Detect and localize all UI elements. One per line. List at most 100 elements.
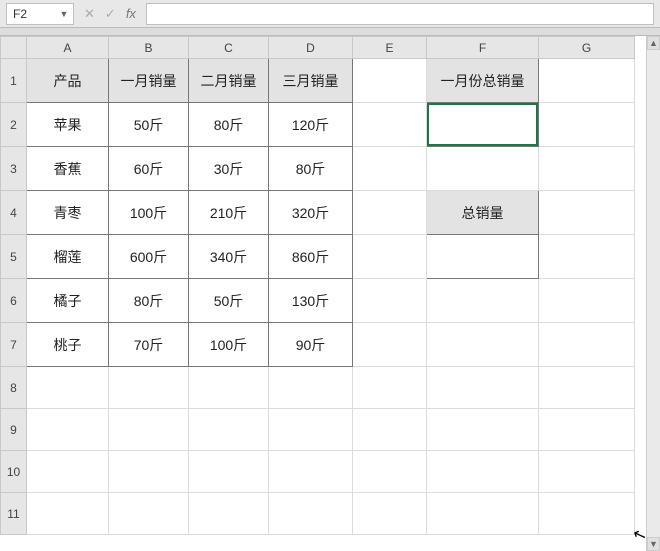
cell-A10[interactable] (27, 451, 109, 493)
cell-G5[interactable] (539, 235, 635, 279)
cell-C4[interactable]: 210斤 (189, 191, 269, 235)
cell-D6[interactable]: 130斤 (269, 279, 353, 323)
cell-F8[interactable] (427, 367, 539, 409)
cell-B11[interactable] (109, 493, 189, 535)
formula-input[interactable] (146, 3, 654, 25)
cell-F11[interactable] (427, 493, 539, 535)
cell-A7[interactable]: 桃子 (27, 323, 109, 367)
vertical-scrollbar[interactable]: ▲ ▼ (646, 36, 660, 551)
cell-A2[interactable]: 苹果 (27, 103, 109, 147)
cell-C1[interactable]: 二月销量 (189, 59, 269, 103)
cell-B8[interactable] (109, 367, 189, 409)
cell-A11[interactable] (27, 493, 109, 535)
cell-C9[interactable] (189, 409, 269, 451)
cell-C11[interactable] (189, 493, 269, 535)
cell-D2[interactable]: 120斤 (269, 103, 353, 147)
cell-D5[interactable]: 860斤 (269, 235, 353, 279)
col-head-A[interactable]: A (27, 37, 109, 59)
cell-C10[interactable] (189, 451, 269, 493)
cell-G6[interactable] (539, 279, 635, 323)
fx-icon[interactable]: fx (126, 6, 136, 21)
row-head-2[interactable]: 2 (1, 103, 27, 147)
cell-E1[interactable] (353, 59, 427, 103)
cell-B9[interactable] (109, 409, 189, 451)
cell-G8[interactable] (539, 367, 635, 409)
cell-E6[interactable] (353, 279, 427, 323)
cell-A5[interactable]: 榴莲 (27, 235, 109, 279)
cell-E11[interactable] (353, 493, 427, 535)
cell-D11[interactable] (269, 493, 353, 535)
cell-B3[interactable]: 60斤 (109, 147, 189, 191)
row-head-1[interactable]: 1 (1, 59, 27, 103)
cell-F10[interactable] (427, 451, 539, 493)
cell-A8[interactable] (27, 367, 109, 409)
row-head-7[interactable]: 7 (1, 323, 27, 367)
cell-C7[interactable]: 100斤 (189, 323, 269, 367)
cell-B4[interactable]: 100斤 (109, 191, 189, 235)
cell-F6[interactable] (427, 279, 539, 323)
select-all-corner[interactable] (1, 37, 27, 59)
cell-F5[interactable] (427, 235, 539, 279)
cell-D4[interactable]: 320斤 (269, 191, 353, 235)
cell-F4[interactable]: 总销量 (427, 191, 539, 235)
cancel-icon[interactable]: ✕ (84, 6, 95, 22)
row-head-11[interactable]: 11 (1, 493, 27, 535)
cell-C2[interactable]: 80斤 (189, 103, 269, 147)
cell-E9[interactable] (353, 409, 427, 451)
row-head-10[interactable]: 10 (1, 451, 27, 493)
scroll-down-icon[interactable]: ▼ (647, 537, 660, 551)
scroll-up-icon[interactable]: ▲ (647, 36, 660, 50)
cell-F9[interactable] (427, 409, 539, 451)
cell-D3[interactable]: 80斤 (269, 147, 353, 191)
col-head-C[interactable]: C (189, 37, 269, 59)
cell-E8[interactable] (353, 367, 427, 409)
cell-E3[interactable] (353, 147, 427, 191)
cell-D8[interactable] (269, 367, 353, 409)
cell-E4[interactable] (353, 191, 427, 235)
cell-D7[interactable]: 90斤 (269, 323, 353, 367)
cell-A3[interactable]: 香蕉 (27, 147, 109, 191)
name-box[interactable]: F2 ▼ (6, 3, 74, 25)
cell-B6[interactable]: 80斤 (109, 279, 189, 323)
row-head-4[interactable]: 4 (1, 191, 27, 235)
cell-G1[interactable] (539, 59, 635, 103)
cell-E2[interactable] (353, 103, 427, 147)
cell-B7[interactable]: 70斤 (109, 323, 189, 367)
cell-C5[interactable]: 340斤 (189, 235, 269, 279)
cell-E7[interactable] (353, 323, 427, 367)
cell-G7[interactable] (539, 323, 635, 367)
col-head-D[interactable]: D (269, 37, 353, 59)
row-head-9[interactable]: 9 (1, 409, 27, 451)
cell-C6[interactable]: 50斤 (189, 279, 269, 323)
cell-D10[interactable] (269, 451, 353, 493)
cell-G4[interactable] (539, 191, 635, 235)
name-box-dropdown-icon[interactable]: ▼ (57, 6, 71, 22)
cell-G3[interactable] (539, 147, 635, 191)
row-head-5[interactable]: 5 (1, 235, 27, 279)
col-head-E[interactable]: E (353, 37, 427, 59)
row-head-6[interactable]: 6 (1, 279, 27, 323)
cell-B1[interactable]: 一月销量 (109, 59, 189, 103)
spreadsheet[interactable]: A B C D E F G 1 产品 一月销量 二月销量 三月销量 一月份总销量… (0, 36, 635, 535)
col-head-B[interactable]: B (109, 37, 189, 59)
row-head-8[interactable]: 8 (1, 367, 27, 409)
cell-B10[interactable] (109, 451, 189, 493)
cell-F3[interactable] (427, 147, 539, 191)
cell-E5[interactable] (353, 235, 427, 279)
cell-G10[interactable] (539, 451, 635, 493)
cell-E10[interactable] (353, 451, 427, 493)
cell-B2[interactable]: 50斤 (109, 103, 189, 147)
cell-D9[interactable] (269, 409, 353, 451)
cell-F2-selected[interactable] (427, 103, 539, 147)
cell-A4[interactable]: 青枣 (27, 191, 109, 235)
cell-F7[interactable] (427, 323, 539, 367)
cell-G9[interactable] (539, 409, 635, 451)
cell-D1[interactable]: 三月销量 (269, 59, 353, 103)
cell-C8[interactable] (189, 367, 269, 409)
col-head-G[interactable]: G (539, 37, 635, 59)
row-head-3[interactable]: 3 (1, 147, 27, 191)
confirm-icon[interactable]: ✓ (105, 6, 116, 22)
cell-A1[interactable]: 产品 (27, 59, 109, 103)
col-head-F[interactable]: F (427, 37, 539, 59)
cell-G2[interactable] (539, 103, 635, 147)
